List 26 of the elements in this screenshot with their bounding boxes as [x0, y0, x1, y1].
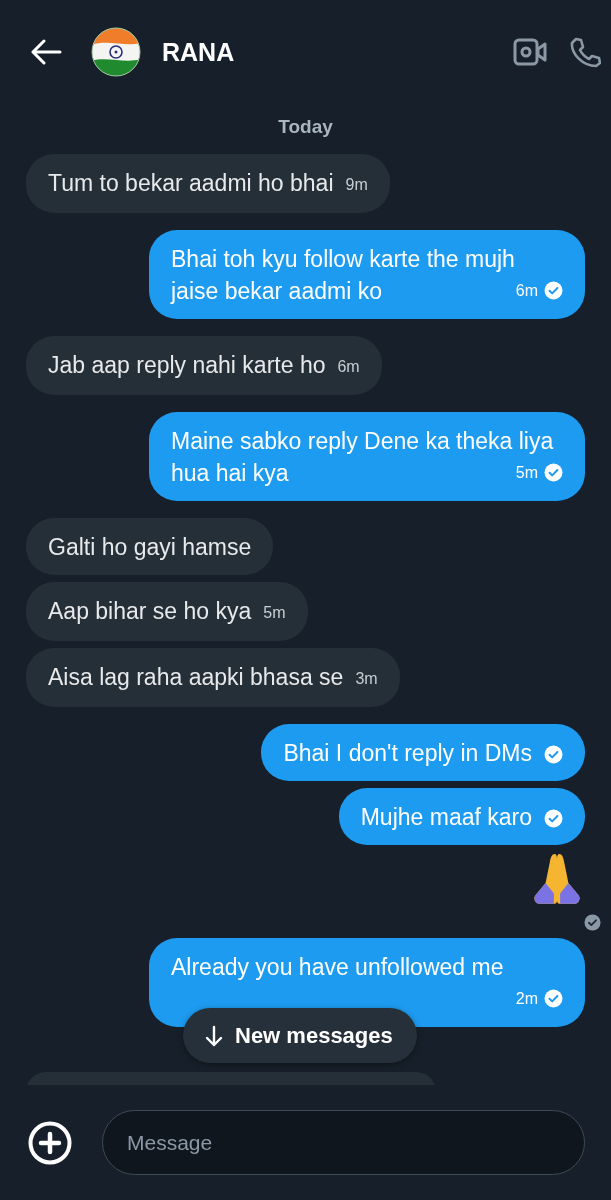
new-messages-button[interactable]: New messages: [183, 1008, 417, 1063]
message-bubble: Jab aap reply nahi karte ho 6m: [26, 335, 382, 395]
message-bubble: Mujhe maaf karo: [338, 787, 585, 845]
message-bubble: Maine sabko reply Dene ka theka liya hua hai kya 5m: [149, 411, 585, 501]
message-bubble: Bhai I don't reply in DMs: [261, 723, 585, 781]
back-icon[interactable]: [30, 39, 62, 65]
add-icon[interactable]: [28, 1120, 72, 1165]
message-time: 6m: [515, 280, 538, 301]
message-bubble: Aisa lag raha aapki bhasa se 3m: [26, 647, 400, 707]
message-bubble: Aap bihar se ho kya 5m: [26, 581, 308, 641]
message-time: 3m: [355, 668, 378, 689]
arrow-down-icon: [205, 1024, 223, 1047]
phone-icon[interactable]: [569, 36, 601, 68]
message-bubble: Bhai toh kyu follow karte the mujh jaise bekar aadmi ko 6m: [149, 229, 585, 319]
contact-name: RANA: [162, 37, 235, 67]
message-bubble: Galti ho gayi hamse: [26, 517, 274, 575]
message-input[interactable]: Message: [102, 1110, 585, 1175]
message-bubble: Tum to bekar aadmi ho bhai 9m: [26, 154, 390, 213]
video-camera-icon[interactable]: [513, 37, 547, 67]
message-time: 2m: [515, 988, 538, 1009]
message-bubble: Already you have unfollowed me 2m: [149, 937, 585, 1027]
date-label: Today: [278, 116, 333, 138]
message-time: 5m: [515, 462, 538, 483]
message-time: 9m: [345, 174, 368, 195]
message-time: 5m: [263, 602, 286, 623]
message-time: 6m: [337, 356, 360, 377]
